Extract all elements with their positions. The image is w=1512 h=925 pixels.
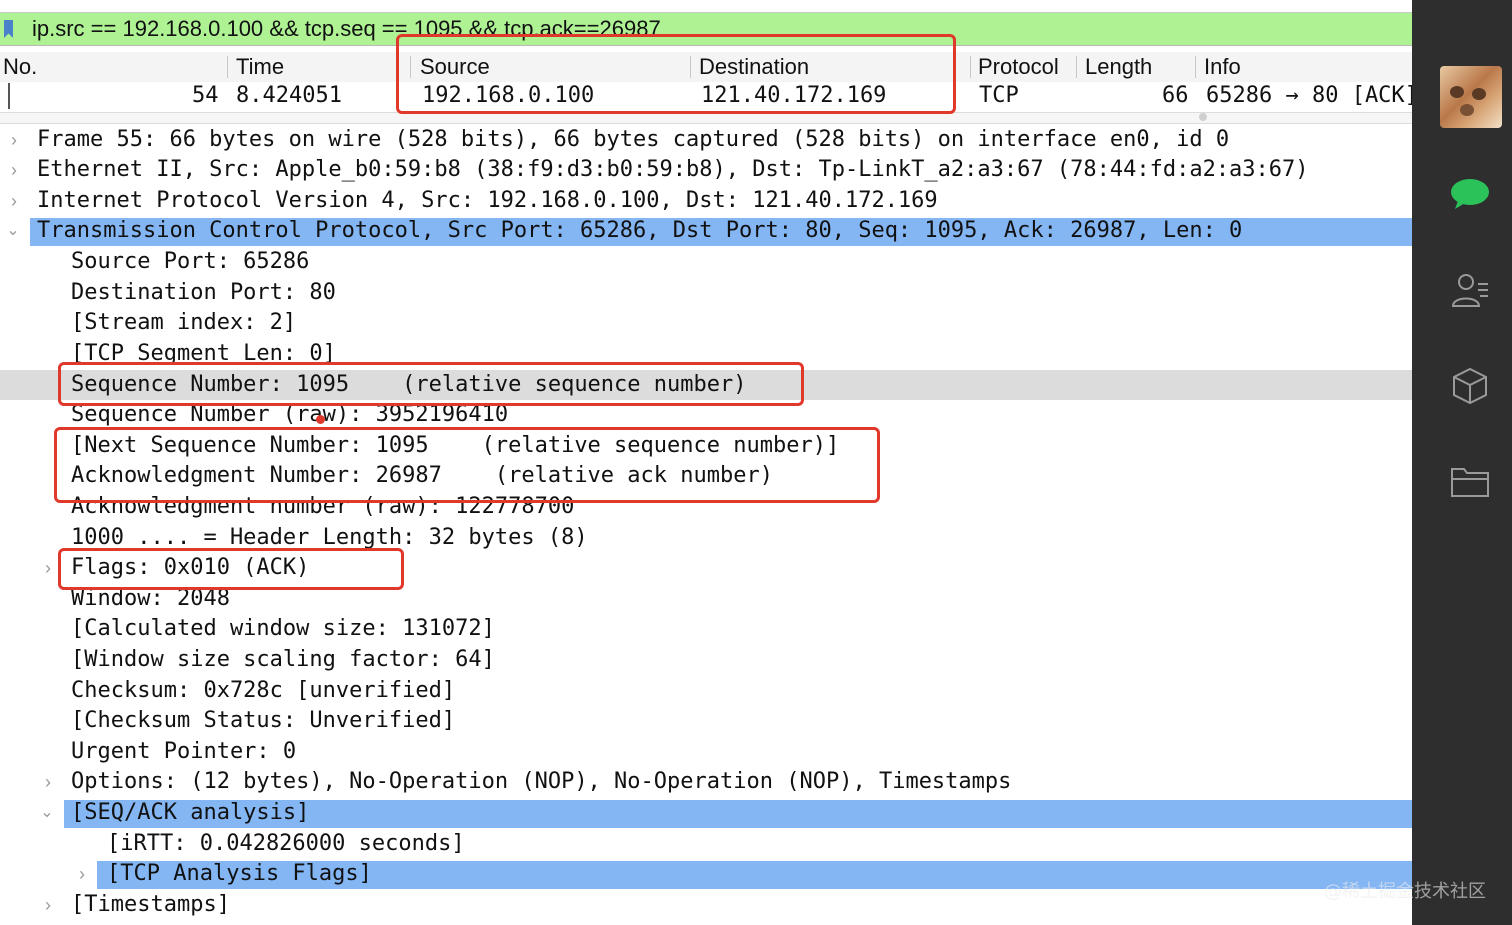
filter-bookmark-icon[interactable] — [4, 20, 13, 38]
tree-item-source-port[interactable]: Source Port: 65286 — [0, 247, 1412, 277]
packet-info: 65286 → 80 [ACK] — [1206, 83, 1412, 108]
column-separator[interactable] — [227, 56, 228, 78]
chevron-down-icon[interactable]: ⌄ — [6, 216, 20, 246]
tree-item-stream-index[interactable]: [Stream index: 2] — [0, 308, 1412, 338]
tree-item-ethernet[interactable]: › Ethernet II, Src: Apple_b0:59:b8 (38:f… — [0, 155, 1412, 185]
tree-item-window-scaling[interactable]: [Window size scaling factor: 64] — [0, 645, 1412, 675]
tree-item-destination-port[interactable]: Destination Port: 80 — [0, 278, 1412, 308]
tree-item-label: [TCP Analysis Flags] — [107, 861, 372, 886]
tree-item-urgent-pointer[interactable]: Urgent Pointer: 0 — [0, 737, 1412, 767]
tree-item-label: Source Port: 65286 — [71, 249, 310, 274]
tree-item-label: Internet Protocol Version 4, Src: 192.16… — [37, 188, 938, 213]
tree-item-label: Checksum: 0x728c [unverified] — [71, 678, 456, 703]
chat-icon[interactable] — [1450, 178, 1490, 210]
tree-item-analysis-flags[interactable]: › [TCP Analysis Flags] — [0, 859, 1412, 889]
tree-item-tcp[interactable]: ⌄ Transmission Control Protocol, Src Por… — [0, 216, 1412, 246]
tree-item-checksum-status[interactable]: [Checksum Status: Unverified] — [0, 706, 1412, 736]
tree-item-timestamps[interactable]: › [Timestamps] — [0, 890, 1412, 920]
tree-item-label: Frame 55: 66 bytes on wire (528 bits), 6… — [37, 127, 1230, 152]
tree-item-label: [iRTT: 0.042826000 seconds] — [107, 831, 465, 856]
packet-protocol: TCP — [979, 83, 1019, 108]
box-icon[interactable] — [1450, 366, 1490, 406]
tree-item-irtt[interactable]: [iRTT: 0.042826000 seconds] — [0, 829, 1412, 859]
watermark: @稀土掘金技术社区 — [1324, 881, 1486, 902]
chevron-down-icon[interactable]: ⌄ — [40, 798, 54, 828]
column-separator[interactable] — [970, 56, 971, 78]
tree-item-seq-ack-analysis[interactable]: ⌄ [SEQ/ACK analysis] — [0, 798, 1412, 828]
app-sidebar — [1412, 0, 1512, 925]
wireshark-window: ip.src == 192.168.0.100 && tcp.seq == 10… — [0, 0, 1412, 925]
column-header-protocol[interactable]: Protocol — [978, 52, 1059, 82]
folder-icon[interactable] — [1450, 462, 1490, 502]
tree-item-label: Options: (12 bytes), No-Operation (NOP),… — [71, 769, 1012, 794]
tree-item-label: Urgent Pointer: 0 — [71, 739, 297, 764]
related-packet-marker — [8, 83, 10, 109]
packet-length: 66 — [1162, 83, 1189, 108]
annotation-box-next-seq-ack — [54, 427, 880, 503]
tree-item-label: [Checksum Status: Unverified] — [71, 708, 456, 733]
tree-item-label: Transmission Control Protocol, Src Port:… — [37, 218, 1243, 243]
tree-item-ipv4[interactable]: › Internet Protocol Version 4, Src: 192.… — [0, 186, 1412, 216]
tree-item-options[interactable]: › Options: (12 bytes), No-Operation (NOP… — [0, 767, 1412, 797]
packet-no: 54 — [192, 83, 219, 108]
chevron-right-icon[interactable]: › — [41, 553, 55, 583]
tree-item-label: Ethernet II, Src: Apple_b0:59:b8 (38:f9:… — [37, 157, 1309, 182]
column-header-time[interactable]: Time — [236, 52, 284, 82]
annotation-box-source-destination — [396, 34, 956, 114]
packet-time: 8.424051 — [236, 83, 342, 108]
contacts-icon[interactable] — [1450, 270, 1490, 310]
chevron-right-icon[interactable]: › — [41, 890, 55, 920]
tree-item-label: [Window size scaling factor: 64] — [71, 647, 495, 672]
tree-item-label: [Timestamps] — [71, 892, 230, 917]
chevron-right-icon[interactable]: › — [75, 859, 89, 889]
column-header-info[interactable]: Info — [1204, 52, 1241, 82]
splitter-handle[interactable] — [1199, 113, 1207, 121]
annotation-box-sequence-number — [58, 362, 804, 406]
column-header-length[interactable]: Length — [1085, 52, 1152, 82]
annotation-pointer-dot — [316, 415, 325, 424]
tree-item-label: Destination Port: 80 — [71, 280, 336, 305]
tree-item-label: [SEQ/ACK analysis] — [71, 800, 310, 825]
column-separator[interactable] — [1076, 56, 1077, 78]
column-header-no[interactable]: No. — [3, 52, 37, 82]
chevron-right-icon[interactable]: › — [41, 767, 55, 797]
tree-item-calculated-window[interactable]: [Calculated window size: 131072] — [0, 614, 1412, 644]
column-separator[interactable] — [1195, 56, 1196, 78]
avatar[interactable] — [1440, 66, 1502, 128]
annotation-box-flags — [58, 548, 404, 590]
tree-item-label: [Calculated window size: 131072] — [71, 616, 495, 641]
chevron-right-icon[interactable]: › — [7, 186, 21, 216]
tree-item-label: [Stream index: 2] — [71, 310, 297, 335]
tree-item-checksum[interactable]: Checksum: 0x728c [unverified] — [0, 676, 1412, 706]
tree-item-frame[interactable]: › Frame 55: 66 bytes on wire (528 bits),… — [0, 125, 1412, 155]
chevron-right-icon[interactable]: › — [7, 155, 21, 185]
chevron-right-icon[interactable]: › — [7, 125, 21, 155]
